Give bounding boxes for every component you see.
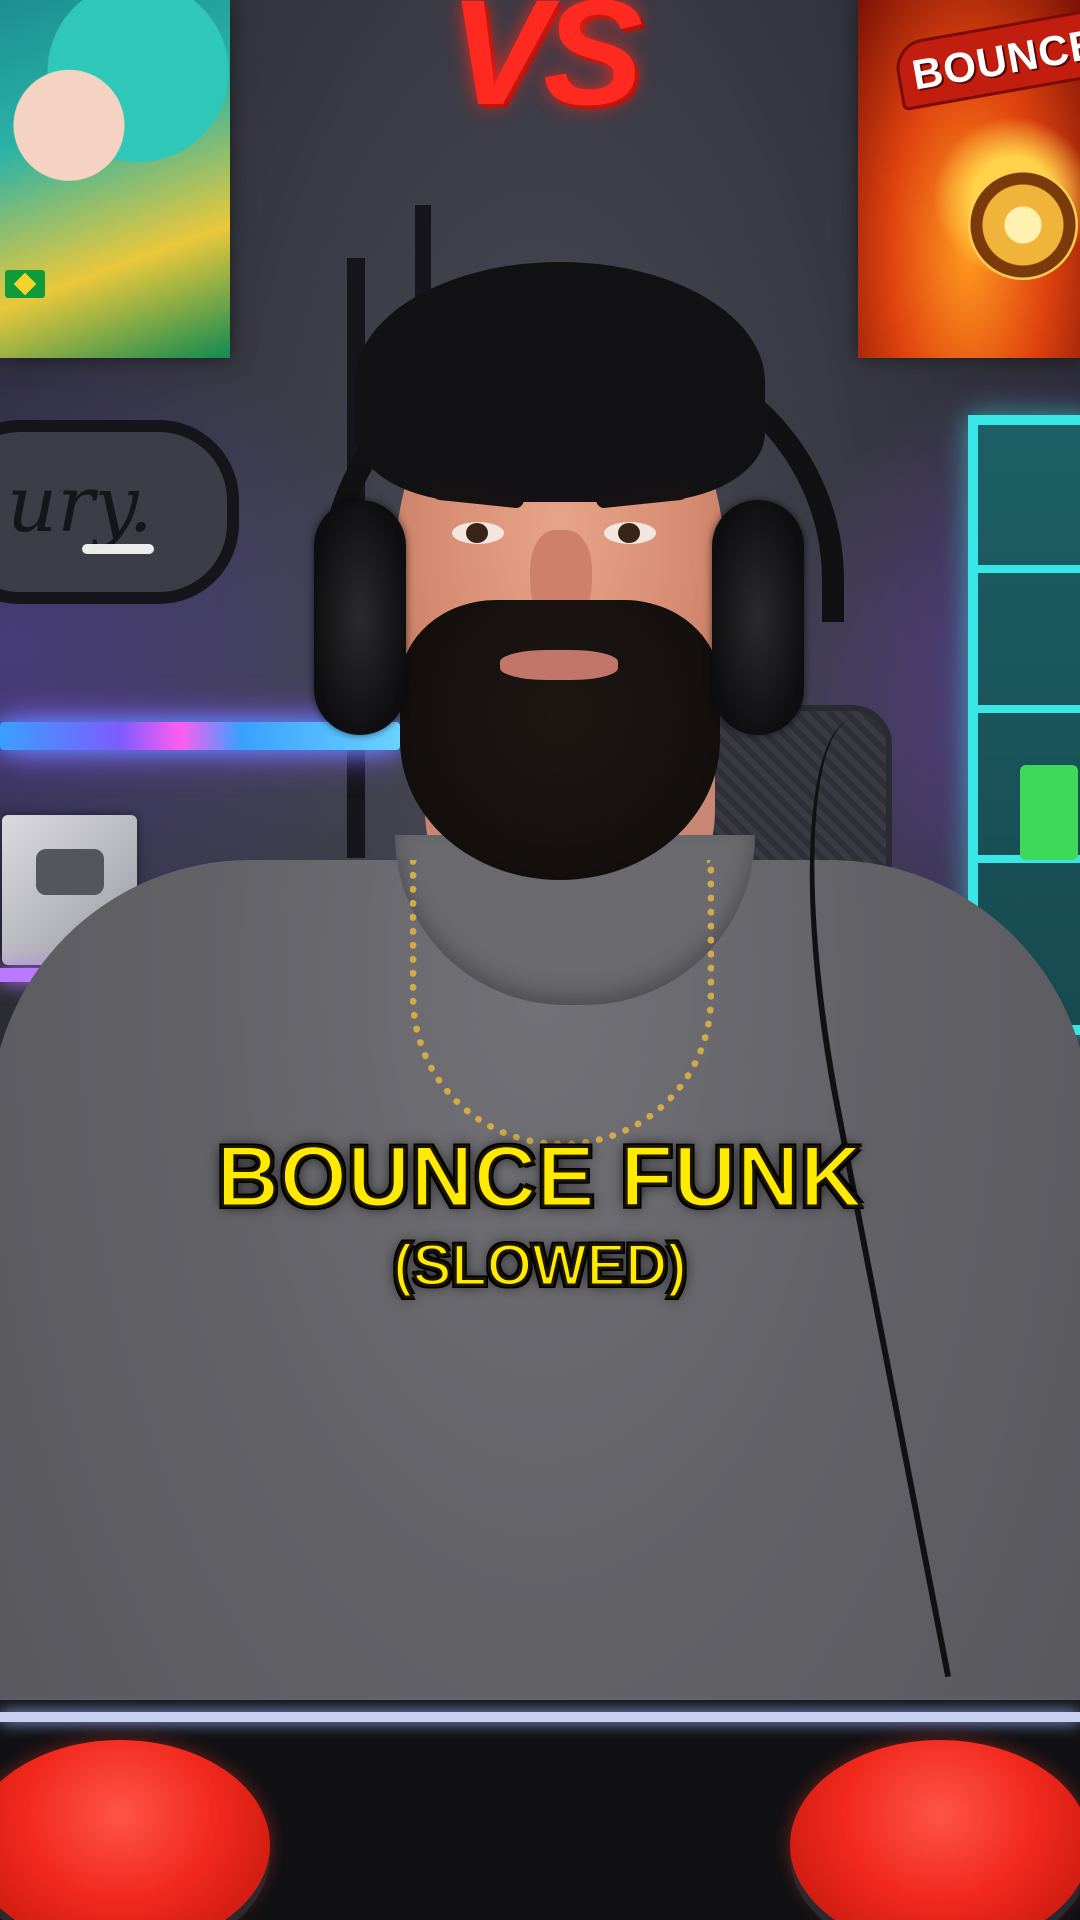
- hair: [355, 262, 765, 502]
- right-eye: [604, 522, 656, 544]
- beard: [400, 600, 720, 880]
- gold-chain: [410, 860, 714, 1147]
- headphones-earcup-left: [314, 500, 406, 735]
- headphones-earcup-right: [712, 500, 804, 735]
- presenter: [0, 0, 1080, 1920]
- caption-title: BOUNCE FUNK: [215, 1128, 864, 1227]
- desk-light-edge: [0, 1712, 1080, 1722]
- caption-subtitle: (SLOWED): [392, 1232, 688, 1300]
- video-frame: BOUNCE VS ury. BOUNCE FUNK (SLOWED): [0, 0, 1080, 1920]
- mouth: [500, 650, 618, 680]
- left-eye: [452, 522, 504, 544]
